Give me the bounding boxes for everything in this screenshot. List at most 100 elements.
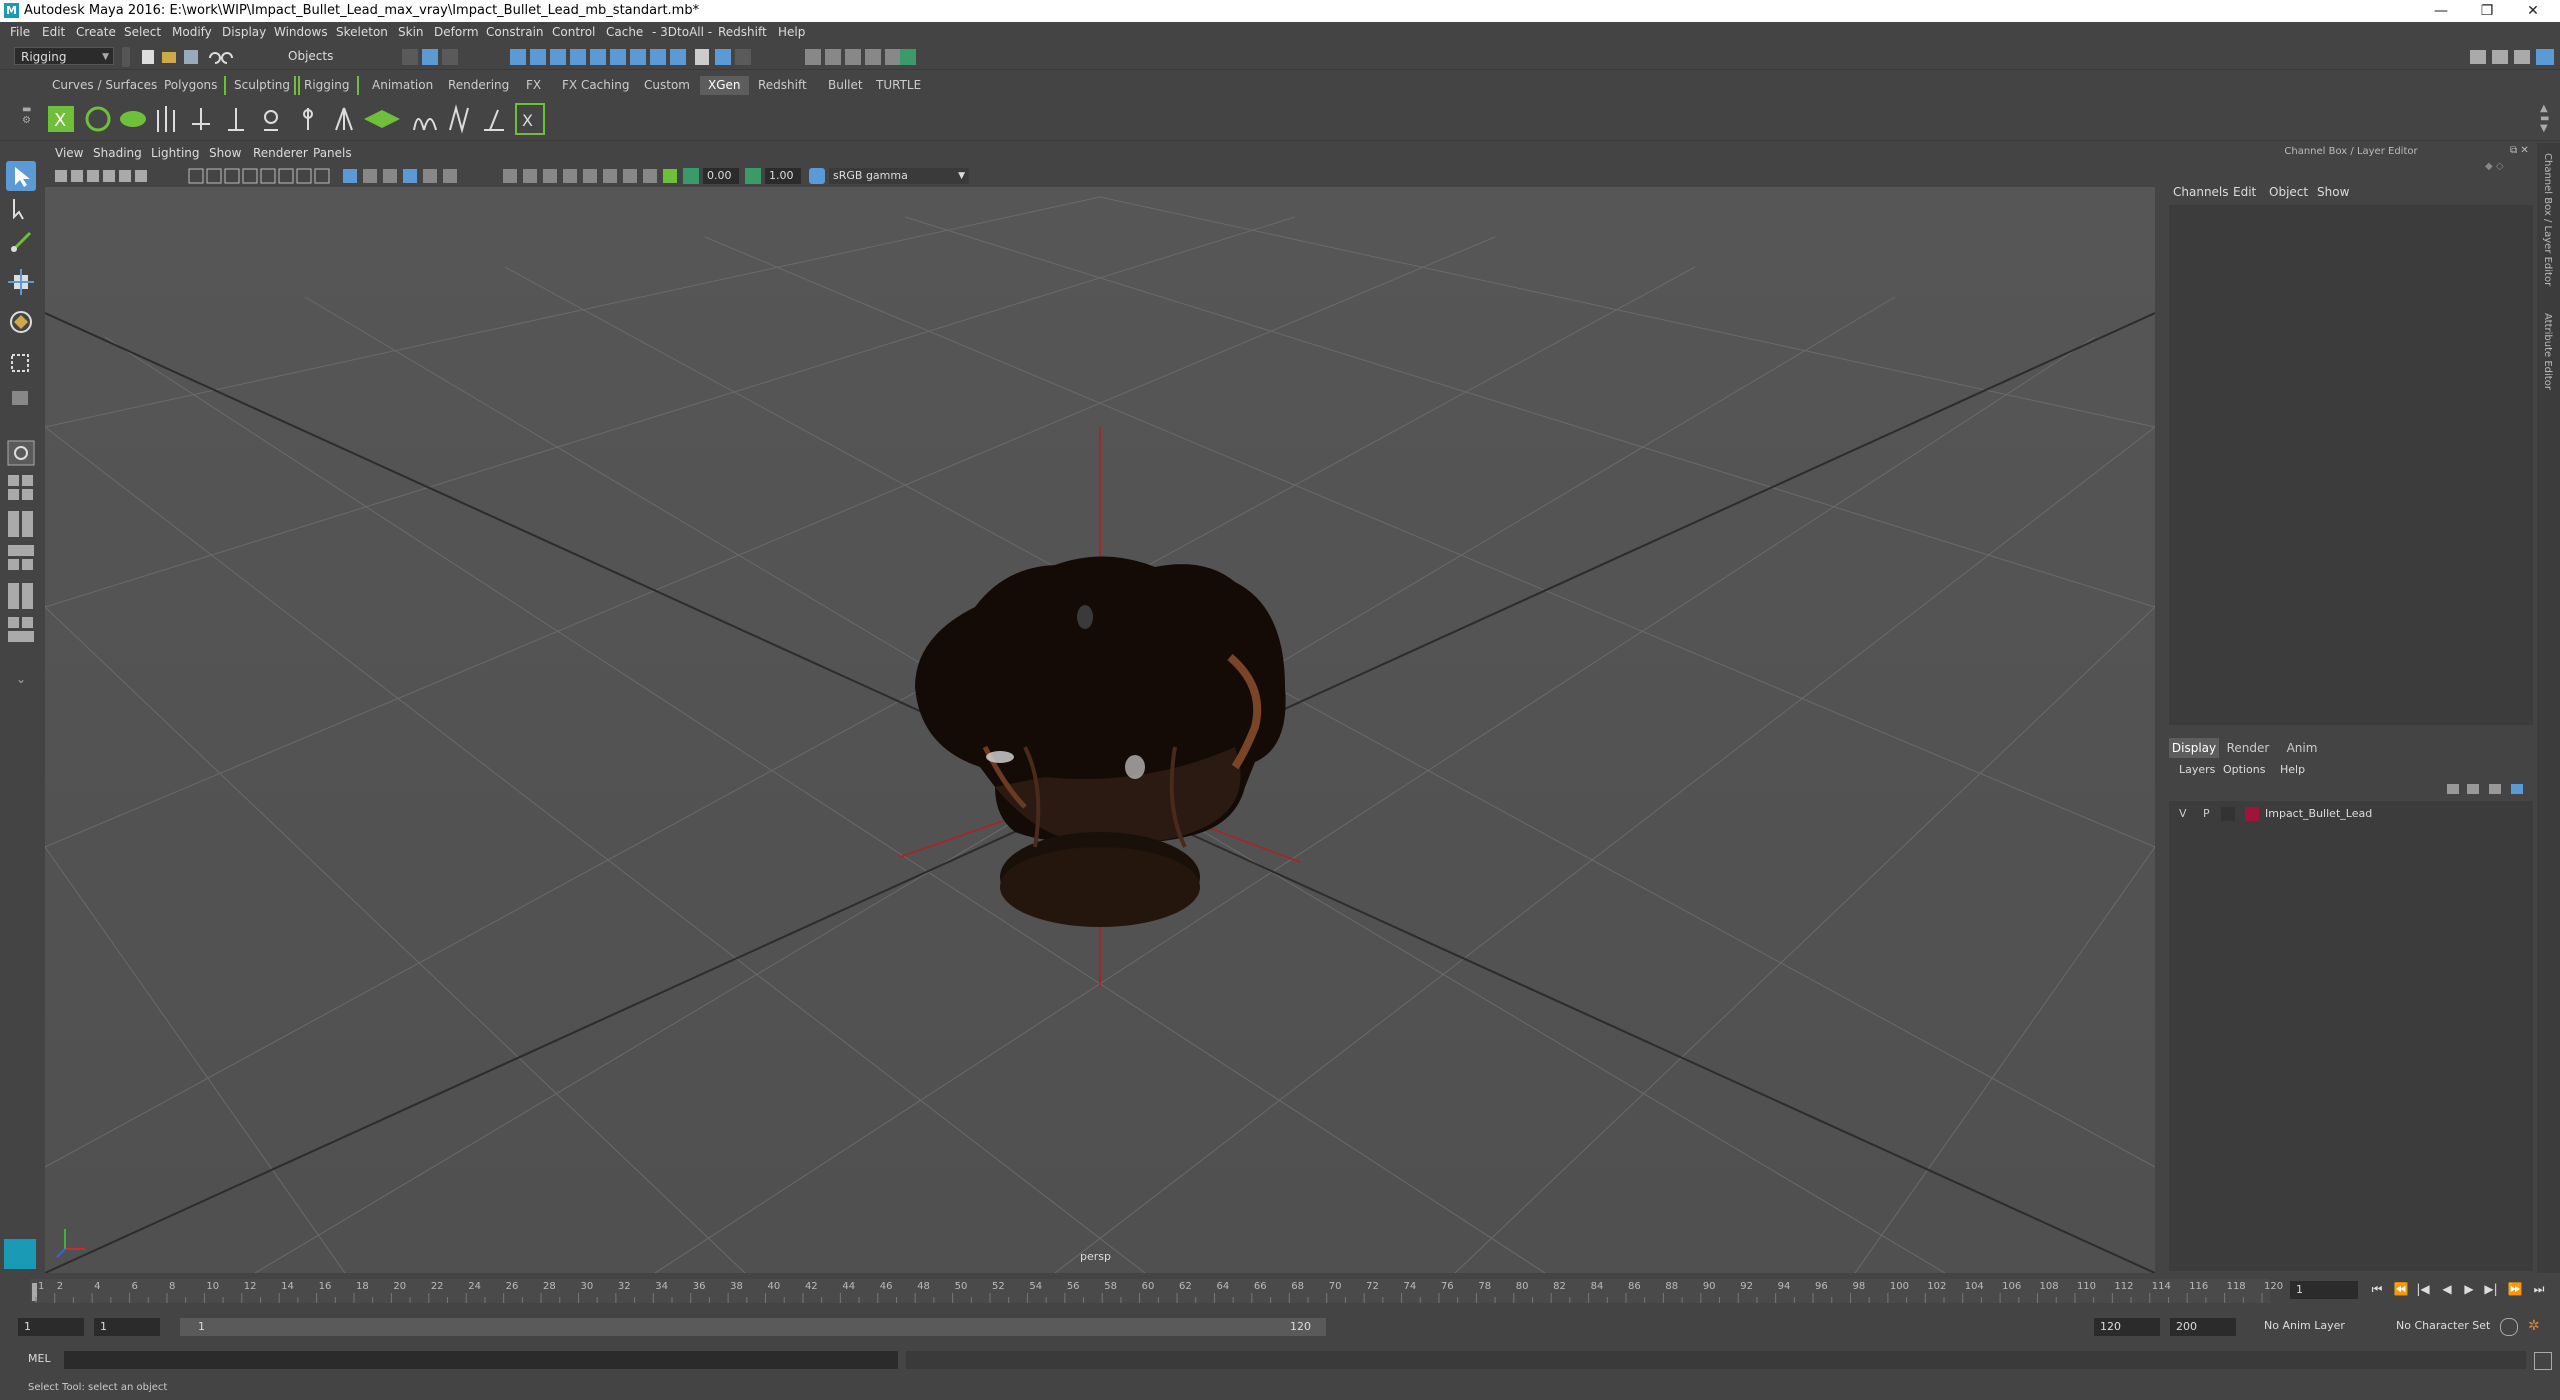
go-to-end-icon[interactable]: ⏭ bbox=[2530, 1280, 2548, 1298]
viewport-scene[interactable] bbox=[45, 187, 2155, 1273]
command-language-label[interactable]: MEL bbox=[28, 1352, 51, 1365]
time-ruler[interactable]: 1 2 4 6 8 10 12 14 16 18 20 22 24 26 28 30 32 34 36 38 40 42 4… bbox=[0, 1275, 2290, 1305]
menu-3dtoall[interactable]: - 3DtoAll - bbox=[652, 25, 712, 39]
tab-xgen[interactable]: XGen bbox=[700, 76, 749, 95]
menu-modify[interactable]: Modify bbox=[172, 25, 212, 39]
restore-button[interactable]: ❐ bbox=[2464, 1, 2510, 21]
step-forward-key-icon[interactable]: ⏩ bbox=[2506, 1280, 2524, 1298]
vp-menu-panels[interactable]: Panels bbox=[313, 146, 352, 160]
tab-render[interactable]: Render bbox=[2223, 738, 2273, 758]
menu-redshift[interactable]: Redshift bbox=[718, 25, 767, 39]
tab-fx-caching[interactable]: FX Caching bbox=[554, 76, 637, 95]
menu-select[interactable]: Select bbox=[124, 25, 161, 39]
play-backward-icon[interactable]: ◀ bbox=[2438, 1280, 2456, 1298]
tab-polygons[interactable]: Polygons bbox=[156, 76, 225, 95]
step-forward-frame-icon[interactable]: ▶| bbox=[2482, 1280, 2500, 1298]
menu-create[interactable]: Create bbox=[76, 25, 116, 39]
menu-deform[interactable]: Deform bbox=[434, 25, 479, 39]
tab-rigging[interactable]: Rigging bbox=[294, 76, 360, 95]
vp-menu-view[interactable]: View bbox=[55, 146, 83, 160]
menuset-dropdown[interactable]: Rigging ▼ bbox=[14, 47, 114, 65]
vp-menu-show[interactable]: Show bbox=[209, 146, 241, 160]
xgen-shelf-icons[interactable]: X X bbox=[46, 102, 546, 138]
viewport-toolbar-icons[interactable] bbox=[53, 167, 683, 185]
channels-menu-edit[interactable]: Edit bbox=[2233, 185, 2256, 199]
play-forward-icon[interactable]: ▶ bbox=[2460, 1280, 2478, 1298]
file-tools-icons[interactable] bbox=[140, 46, 270, 68]
menu-skin[interactable]: Skin bbox=[398, 25, 424, 39]
menu-cache[interactable]: Cache bbox=[606, 25, 643, 39]
step-back-key-icon[interactable]: ⏪ bbox=[2392, 1280, 2410, 1298]
viewport-panel[interactable]: View Shading Lighting Show Renderer Pane… bbox=[45, 143, 2155, 1273]
menu-control[interactable]: Control bbox=[552, 25, 595, 39]
channels-menu-show[interactable]: Show bbox=[2317, 185, 2349, 199]
tab-rendering[interactable]: Rendering bbox=[440, 76, 517, 95]
current-frame-field[interactable]: 1 bbox=[2290, 1281, 2358, 1299]
layer-playback-toggle[interactable]: P bbox=[2203, 807, 2210, 820]
layer-visibility-toggle[interactable]: V bbox=[2179, 807, 2187, 820]
step-back-frame-icon[interactable]: |◀ bbox=[2414, 1280, 2432, 1298]
layer-tool-icons[interactable] bbox=[2445, 781, 2535, 797]
minimize-button[interactable]: — bbox=[2418, 1, 2464, 21]
layer-color-swatch[interactable] bbox=[2245, 807, 2259, 821]
close-button[interactable]: ✕ bbox=[2510, 1, 2556, 21]
vp-menu-lighting[interactable]: Lighting bbox=[151, 146, 200, 160]
menu-constrain[interactable]: Constrain bbox=[486, 25, 544, 39]
layers-menu-options[interactable]: Options bbox=[2223, 763, 2265, 776]
playback-start-field[interactable]: 1 bbox=[94, 1318, 160, 1336]
tab-fx[interactable]: FX bbox=[518, 76, 549, 95]
tab-bullet[interactable]: Bullet bbox=[820, 76, 871, 95]
side-tab-channel-box[interactable]: Channel Box / Layer Editor bbox=[2542, 153, 2553, 286]
layers-menu-help[interactable]: Help bbox=[2280, 763, 2305, 776]
tab-sculpting[interactable]: Sculpting bbox=[224, 76, 301, 95]
menu-help[interactable]: Help bbox=[778, 25, 805, 39]
layer-row[interactable]: V P Impact_Bullet_Lead bbox=[2169, 805, 2533, 823]
color-management-icon[interactable] bbox=[809, 168, 825, 184]
go-to-start-icon[interactable]: ⏮ bbox=[2368, 1280, 2386, 1298]
workspace-layout-icons[interactable] bbox=[2468, 46, 2558, 68]
shelf-options-icon[interactable]: ▬ ⚙ bbox=[22, 104, 32, 134]
anim-layer-dropdown[interactable]: No Anim Layer bbox=[2264, 1319, 2345, 1332]
color-space-dropdown[interactable]: sRGB gamma ▼ bbox=[829, 168, 969, 184]
tab-turtle[interactable]: TURTLE bbox=[868, 76, 929, 95]
selection-mode-dropdown[interactable]: Objects bbox=[282, 47, 382, 65]
tab-display[interactable]: Display bbox=[2169, 738, 2219, 758]
command-input[interactable] bbox=[64, 1351, 898, 1369]
time-slider[interactable]: 1 2 4 6 8 10 12 14 16 18 20 22 24 26 28 30 32 34 36 38 40 42 4… bbox=[0, 1275, 2560, 1305]
shelf-scroll-icon[interactable]: ▲ ▬ ▼ bbox=[2540, 104, 2549, 134]
gamma-icon[interactable] bbox=[745, 168, 761, 184]
menu-windows[interactable]: Windows bbox=[274, 25, 328, 39]
channels-menu-channels[interactable]: Channels bbox=[2173, 185, 2229, 199]
channels-menu-object[interactable]: Object bbox=[2269, 185, 2308, 199]
exposure-field[interactable]: 0.00 bbox=[703, 168, 739, 184]
tab-curves-surfaces[interactable]: Curves / Surfaces bbox=[44, 76, 165, 95]
animation-start-field[interactable]: 1 bbox=[18, 1318, 84, 1336]
range-slider[interactable]: 1 120 bbox=[180, 1318, 1326, 1336]
menu-file[interactable]: File bbox=[10, 25, 30, 39]
tab-custom[interactable]: Custom bbox=[636, 76, 698, 95]
tool-icons[interactable]: ⌄ bbox=[0, 141, 44, 701]
layer-list[interactable]: V P Impact_Bullet_Lead bbox=[2169, 801, 2533, 1271]
playback-end-field[interactable]: 120 bbox=[2094, 1318, 2160, 1336]
tab-redshift[interactable]: Redshift bbox=[750, 76, 815, 95]
vp-menu-renderer[interactable]: Renderer bbox=[253, 146, 308, 160]
scene-canvas[interactable] bbox=[45, 187, 2155, 1273]
snap-tools-icons[interactable] bbox=[400, 46, 920, 68]
tab-animation[interactable]: Animation bbox=[364, 76, 441, 95]
layer-type-toggle[interactable] bbox=[2221, 807, 2235, 821]
animation-end-field[interactable]: 200 bbox=[2170, 1318, 2236, 1336]
menu-display[interactable]: Display bbox=[222, 25, 266, 39]
auto-key-icon[interactable] bbox=[2500, 1318, 2518, 1336]
script-editor-icon[interactable] bbox=[2534, 1352, 2552, 1370]
preferences-icon[interactable]: ✲ bbox=[2528, 1318, 2544, 1334]
menu-edit[interactable]: Edit bbox=[42, 25, 65, 39]
channel-list[interactable] bbox=[2169, 205, 2533, 725]
character-set-dropdown[interactable]: No Character Set bbox=[2396, 1319, 2490, 1332]
menu-skeleton[interactable]: Skeleton bbox=[336, 25, 388, 39]
exposure-icon[interactable] bbox=[683, 168, 699, 184]
channel-options-icon[interactable]: ◆ ◇ bbox=[2485, 161, 2504, 172]
gamma-field[interactable]: 1.00 bbox=[765, 168, 801, 184]
float-panel-icon[interactable]: ⧉ ✕ bbox=[2510, 145, 2529, 156]
side-tab-attribute-editor[interactable]: Attribute Editor bbox=[2542, 313, 2553, 390]
vp-menu-shading[interactable]: Shading bbox=[93, 146, 142, 160]
